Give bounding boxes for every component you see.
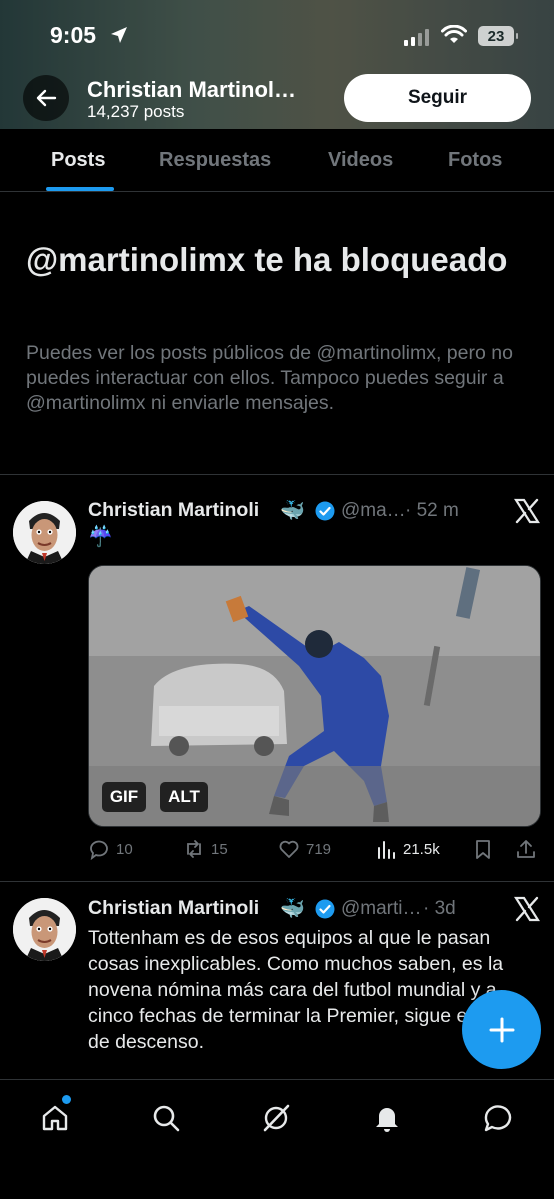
views-button[interactable]: 21.5k — [375, 838, 440, 860]
wifi-icon — [441, 25, 467, 43]
bookmark-button[interactable] — [472, 838, 494, 860]
cellular-signal-icon — [404, 28, 429, 46]
verified-badge-icon — [315, 501, 335, 521]
compose-button[interactable] — [462, 990, 541, 1069]
tweet-gif[interactable]: GIF ALT — [88, 565, 541, 827]
tab-posts[interactable]: Posts — [51, 149, 105, 172]
plus-icon — [489, 1017, 514, 1042]
x-logo-icon[interactable] — [514, 498, 540, 524]
tab-fotos[interactable]: Fotos — [448, 149, 502, 172]
profile-tabs: Posts Respuestas Videos Fotos — [0, 129, 554, 192]
reply-count: 10 — [116, 840, 133, 858]
tweet-author-name[interactable]: Christian Martinoli — [88, 499, 259, 522]
profile-name: Christian Martinol… — [87, 77, 297, 102]
share-button[interactable] — [515, 838, 537, 860]
tweet-author-name[interactable]: Christian Martinoli — [88, 897, 259, 920]
avatar[interactable] — [13, 898, 76, 961]
blocked-description: Puedes ver los posts públicos de @martin… — [26, 342, 513, 414]
battery-level: 23 — [487, 27, 505, 45]
tweet-text: ☔ — [88, 526, 113, 548]
grok-icon — [263, 1104, 290, 1132]
posts-count: 14,237 posts — [87, 102, 185, 121]
profile-header: Christian Martinol… 14,237 posts Seguir — [0, 70, 554, 129]
follow-button[interactable]: Seguir — [344, 74, 531, 122]
nav-home[interactable] — [37, 1100, 73, 1136]
repost-icon — [187, 840, 201, 858]
status-bar: 9:05 23 — [0, 0, 554, 70]
tweet-actions: 10 15 719 21.5k — [88, 838, 544, 864]
back-button[interactable] — [23, 75, 69, 121]
gif-badge: GIF — [102, 782, 146, 812]
nav-notifications[interactable] — [369, 1100, 405, 1136]
reply-button[interactable]: 10 — [88, 838, 133, 860]
divider — [0, 881, 554, 882]
bottom-nav — [0, 1079, 554, 1199]
blocked-title: @martinolimx te ha bloqueado — [26, 241, 508, 278]
alt-badge[interactable]: ALT — [160, 782, 208, 812]
like-count: 719 — [306, 840, 332, 858]
views-chart-icon — [378, 841, 395, 859]
heart-icon — [279, 840, 299, 858]
like-button[interactable]: 719 — [278, 838, 331, 860]
repost-button[interactable]: 15 — [183, 838, 228, 860]
avatar-image — [13, 898, 76, 961]
bell-icon — [376, 1108, 398, 1132]
tweet-handle[interactable]: @ma… — [341, 500, 406, 522]
back-arrow-icon — [36, 89, 57, 107]
nav-search[interactable] — [148, 1100, 184, 1136]
search-icon — [153, 1105, 180, 1132]
home-notification-dot — [62, 1095, 71, 1104]
verified-badge-icon — [315, 899, 335, 919]
repost-count: 15 — [211, 840, 228, 858]
active-tab-indicator — [46, 187, 114, 191]
gif-image — [89, 566, 540, 826]
tweet-time: · 52 m — [405, 500, 459, 521]
location-arrow-icon — [111, 27, 127, 43]
nav-grok[interactable] — [258, 1100, 294, 1136]
avatar-image — [13, 501, 76, 564]
tweet-handle[interactable]: @marti… — [341, 898, 422, 920]
divider — [0, 474, 554, 475]
tweet-time: · 3d — [423, 898, 456, 919]
reply-icon — [90, 840, 108, 860]
share-icon — [517, 840, 535, 858]
battery-indicator: 23 — [478, 26, 518, 46]
views-count: 21.5k — [403, 840, 440, 858]
nav-messages[interactable] — [480, 1100, 516, 1136]
whale-emoji-badge: 🐳 — [280, 898, 305, 920]
messages-icon — [484, 1105, 512, 1132]
tab-videos[interactable]: Videos — [328, 149, 393, 172]
status-time: 9:05 — [50, 22, 97, 48]
bookmark-icon — [476, 840, 490, 859]
tab-respuestas[interactable]: Respuestas — [159, 149, 271, 172]
whale-emoji-badge: 🐳 — [280, 500, 305, 522]
home-icon — [42, 1105, 68, 1131]
avatar[interactable] — [13, 501, 76, 564]
x-logo-icon[interactable] — [514, 896, 540, 922]
